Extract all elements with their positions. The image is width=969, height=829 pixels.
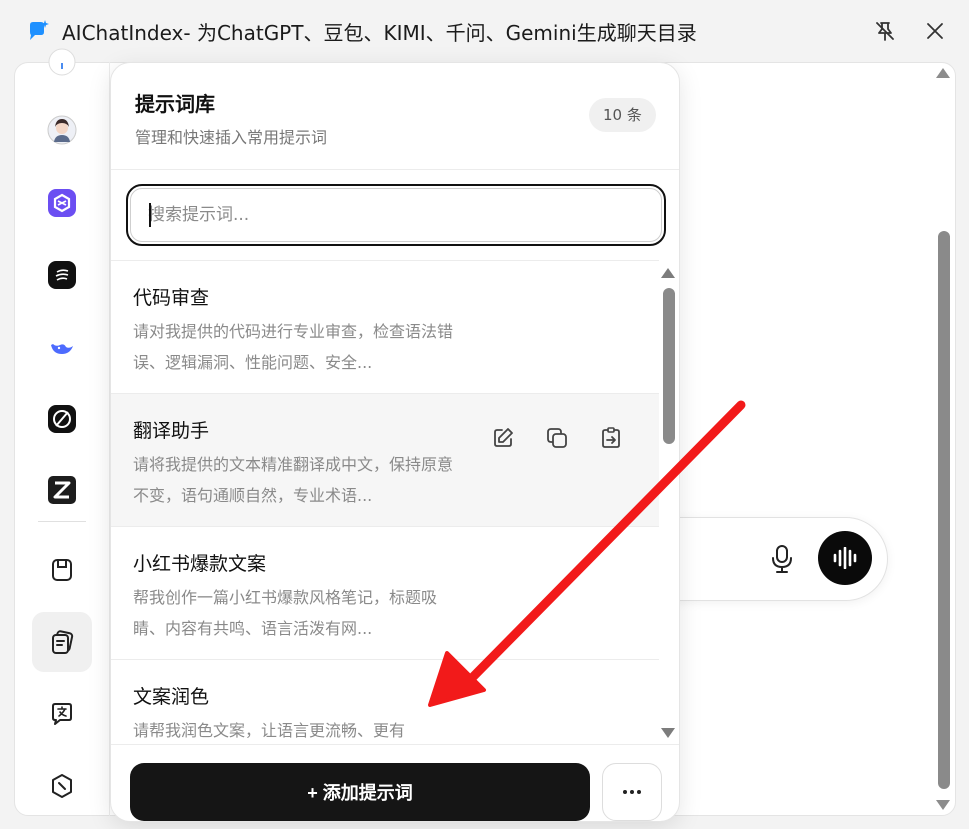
item-description: 请对我提供的代码进行专业审查，检查语法错误、逻辑漏洞、性能问题、安全... (133, 322, 454, 372)
sidebar-item-translate[interactable] (46, 698, 78, 730)
insert-icon (602, 427, 620, 448)
item-title: 代码审查 (133, 287, 210, 309)
sidebar-item-avatar[interactable] (46, 114, 78, 146)
list-scroll-up-arrow[interactable] (661, 268, 675, 278)
slash-circle-icon (48, 405, 76, 433)
item-description: 帮我创作一篇小红书爆款风格笔记，标题吸睛、内容有共鸣、语言活泼有网... (133, 588, 438, 638)
item-title: 小红书爆款文案 (133, 553, 267, 575)
app-logo-icon (30, 20, 49, 40)
more-button[interactable] (602, 763, 662, 821)
circle-slash-icon (52, 774, 72, 798)
add-prompt-button[interactable]: + 添加提示词 (130, 763, 590, 821)
save-icon (52, 559, 72, 581)
outer-scrollbar-thumb[interactable] (938, 231, 950, 789)
sidebar-item-bottom[interactable] (46, 770, 78, 802)
list-item[interactable]: 翻译助手 请将我提供的文本精准翻译成中文，保持原意不变，语句通顺自然，专业术语.… (111, 394, 659, 527)
outer-scroll-down-arrow[interactable] (936, 800, 950, 810)
whale-icon (51, 344, 73, 354)
sidebar-item-deepseek[interactable] (46, 331, 78, 363)
outer-scroll-up-arrow[interactable] (936, 68, 950, 78)
more-horizontal-icon (623, 790, 641, 794)
item-title: 翻译助手 (133, 420, 210, 442)
search-box[interactable] (126, 184, 666, 246)
list-item[interactable]: 小红书爆款文案 帮我创作一篇小红书爆款风格笔记，标题吸睛、内容有共鸣、语言活泼有… (111, 527, 659, 660)
microphone-icon[interactable] (768, 543, 796, 575)
z-logo-icon (48, 476, 76, 504)
text-caret (149, 203, 151, 227)
window-title: AIChatIndex- 为ChatGPT、豆包、KIMI、千问、Gemini生… (62, 21, 697, 45)
item-actions (491, 426, 623, 450)
panel-title: 提示词库 (135, 92, 215, 116)
sidebar (14, 48, 110, 816)
sidebar-item-kimi[interactable] (46, 259, 78, 291)
item-title: 文案润色 (133, 686, 210, 708)
voice-button[interactable] (818, 531, 872, 585)
list-item[interactable]: 文案润色 请帮我润色文案，让语言更流畅、更有 (111, 660, 659, 744)
list-scrollbar-thumb[interactable] (663, 288, 675, 444)
assistant-icon (48, 48, 76, 76)
list-item[interactable]: 代码审查 请对我提供的代码进行专业审查，检查语法错误、逻辑漏洞、性能问题、安全.… (111, 261, 659, 394)
search-input[interactable] (148, 201, 648, 229)
copy-button[interactable] (545, 426, 569, 450)
prompt-count-badge: 10 条 (589, 98, 656, 132)
sidebar-item-purple[interactable] (46, 187, 78, 219)
sidebar-item-prompts[interactable] (46, 626, 78, 658)
translate-icon (52, 703, 72, 725)
sidebar-item-grok[interactable] (46, 403, 78, 435)
copy-icon (547, 428, 567, 448)
moon-icon (48, 261, 76, 289)
sidebar-divider (38, 521, 86, 522)
prompt-list: 代码审查 请对我提供的代码进行专业审查，检查语法错误、逻辑漏洞、性能问题、安全.… (111, 260, 659, 744)
panel-subtitle: 管理和快速插入常用提示词 (135, 128, 328, 147)
purple-hex-icon (48, 189, 76, 217)
header-divider (111, 169, 679, 170)
avatar-icon (47, 115, 77, 145)
sidebar-item-save[interactable] (46, 554, 78, 586)
sidebar-item-z[interactable] (46, 474, 78, 506)
sidebar-item-top-partial[interactable] (46, 46, 78, 78)
voice-wave-icon (833, 547, 857, 569)
close-icon[interactable] (922, 18, 948, 44)
pin-off-icon[interactable] (872, 18, 898, 44)
edit-icon (494, 428, 513, 447)
prompt-cards-icon (52, 630, 74, 654)
edit-button[interactable] (491, 426, 515, 450)
item-description: 请帮我润色文案，让语言更流畅、更有 (133, 721, 406, 740)
title-bar: AIChatIndex- 为ChatGPT、豆包、KIMI、千问、Gemini生… (0, 0, 969, 62)
list-scroll-down-arrow[interactable] (661, 728, 675, 738)
prompt-library-panel: 提示词库 管理和快速插入常用提示词 10 条 代码审查 请对我提供的代码进行专业… (110, 62, 680, 822)
item-description: 请将我提供的文本精准翻译成中文，保持原意不变，语句通顺自然，专业术语... (133, 455, 454, 505)
insert-button[interactable] (599, 426, 623, 450)
footer-divider (111, 744, 679, 745)
